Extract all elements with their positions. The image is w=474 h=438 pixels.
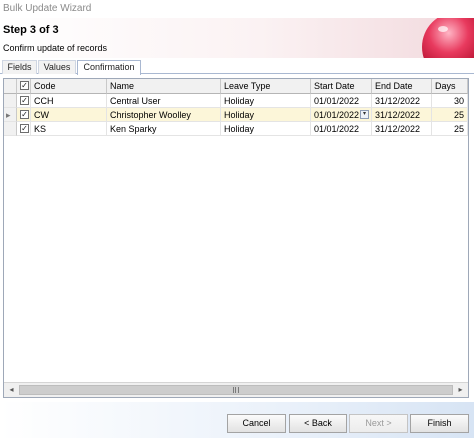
tab-strip: Fields Values Confirmation bbox=[0, 59, 474, 75]
cancel-button[interactable]: Cancel bbox=[227, 414, 286, 433]
tab-confirmation[interactable]: Confirmation bbox=[77, 60, 141, 75]
cell-leave-type[interactable]: Holiday bbox=[221, 108, 311, 122]
row-checkbox[interactable]: ✓ bbox=[20, 96, 29, 105]
next-button[interactable]: Next > bbox=[349, 414, 408, 433]
window-title: Bulk Update Wizard bbox=[0, 0, 474, 18]
select-all-cell: ✓ bbox=[17, 79, 31, 94]
column-header-code[interactable]: Code bbox=[31, 79, 107, 94]
row-check-cell: ✓ bbox=[17, 94, 31, 108]
cell-code[interactable]: CW bbox=[31, 108, 107, 122]
cell-days[interactable]: 30 bbox=[432, 94, 468, 108]
cell-end-date[interactable]: 31/12/2022 bbox=[372, 108, 432, 122]
column-header-leave-type[interactable]: Leave Type bbox=[221, 79, 311, 94]
date-dropdown-icon[interactable]: ▾ bbox=[360, 110, 369, 119]
wizard-footer: Cancel < Back Next > Finish bbox=[0, 402, 474, 438]
step-title: Step 3 of 3 bbox=[3, 24, 59, 36]
current-row-arrow-icon: ▸ bbox=[4, 108, 17, 122]
scroll-right-icon[interactable]: ▸ bbox=[453, 383, 468, 397]
grip-icon bbox=[233, 387, 239, 393]
finish-button[interactable]: Finish bbox=[410, 414, 469, 433]
confirmation-grid: ✓ Code Name Leave Type Start Date End Da… bbox=[3, 78, 469, 398]
row-indicator-header bbox=[4, 79, 17, 94]
cell-leave-type[interactable]: Holiday bbox=[221, 122, 311, 136]
cell-days[interactable]: 25 bbox=[432, 108, 468, 122]
row-indicator bbox=[4, 94, 17, 108]
scrollbar-thumb[interactable] bbox=[19, 385, 453, 395]
orb-highlight bbox=[438, 26, 448, 32]
wizard-header: Step 3 of 3 Confirm update of records bbox=[0, 18, 474, 58]
cell-start-date-editor[interactable]: 01/01/2022 ▾ bbox=[311, 108, 372, 122]
row-indicator bbox=[4, 122, 17, 136]
select-all-checkbox[interactable]: ✓ bbox=[20, 81, 29, 90]
row-checkbox[interactable]: ✓ bbox=[20, 110, 29, 119]
column-header-days[interactable]: Days bbox=[432, 79, 468, 94]
column-header-end-date[interactable]: End Date bbox=[372, 79, 432, 94]
cell-code[interactable]: KS bbox=[31, 122, 107, 136]
cell-days[interactable]: 25 bbox=[432, 122, 468, 136]
cell-name[interactable]: Central User bbox=[107, 94, 221, 108]
cell-name[interactable]: Christopher Woolley bbox=[107, 108, 221, 122]
brand-orb-icon bbox=[422, 18, 474, 58]
column-header-name[interactable]: Name bbox=[107, 79, 221, 94]
horizontal-scrollbar[interactable]: ◂ ▸ bbox=[4, 382, 468, 397]
cell-leave-type[interactable]: Holiday bbox=[221, 94, 311, 108]
cell-code[interactable]: CCH bbox=[31, 94, 107, 108]
cell-end-date[interactable]: 31/12/2022 bbox=[372, 94, 432, 108]
row-check-cell: ✓ bbox=[17, 108, 31, 122]
column-header-start-date[interactable]: Start Date bbox=[311, 79, 372, 94]
tab-fields[interactable]: Fields bbox=[2, 60, 37, 74]
row-check-cell: ✓ bbox=[17, 122, 31, 136]
scroll-left-icon[interactable]: ◂ bbox=[4, 383, 19, 397]
start-date-value: 01/01/2022 bbox=[314, 110, 360, 120]
cell-start-date[interactable]: 01/01/2022 bbox=[311, 122, 372, 136]
back-button[interactable]: < Back bbox=[289, 414, 347, 433]
row-checkbox[interactable]: ✓ bbox=[20, 124, 29, 133]
tab-values[interactable]: Values bbox=[38, 60, 76, 74]
step-subtitle: Confirm update of records bbox=[3, 43, 108, 53]
cell-end-date[interactable]: 31/12/2022 bbox=[372, 122, 432, 136]
cell-name[interactable]: Ken Sparky bbox=[107, 122, 221, 136]
cell-start-date[interactable]: 01/01/2022 bbox=[311, 94, 372, 108]
